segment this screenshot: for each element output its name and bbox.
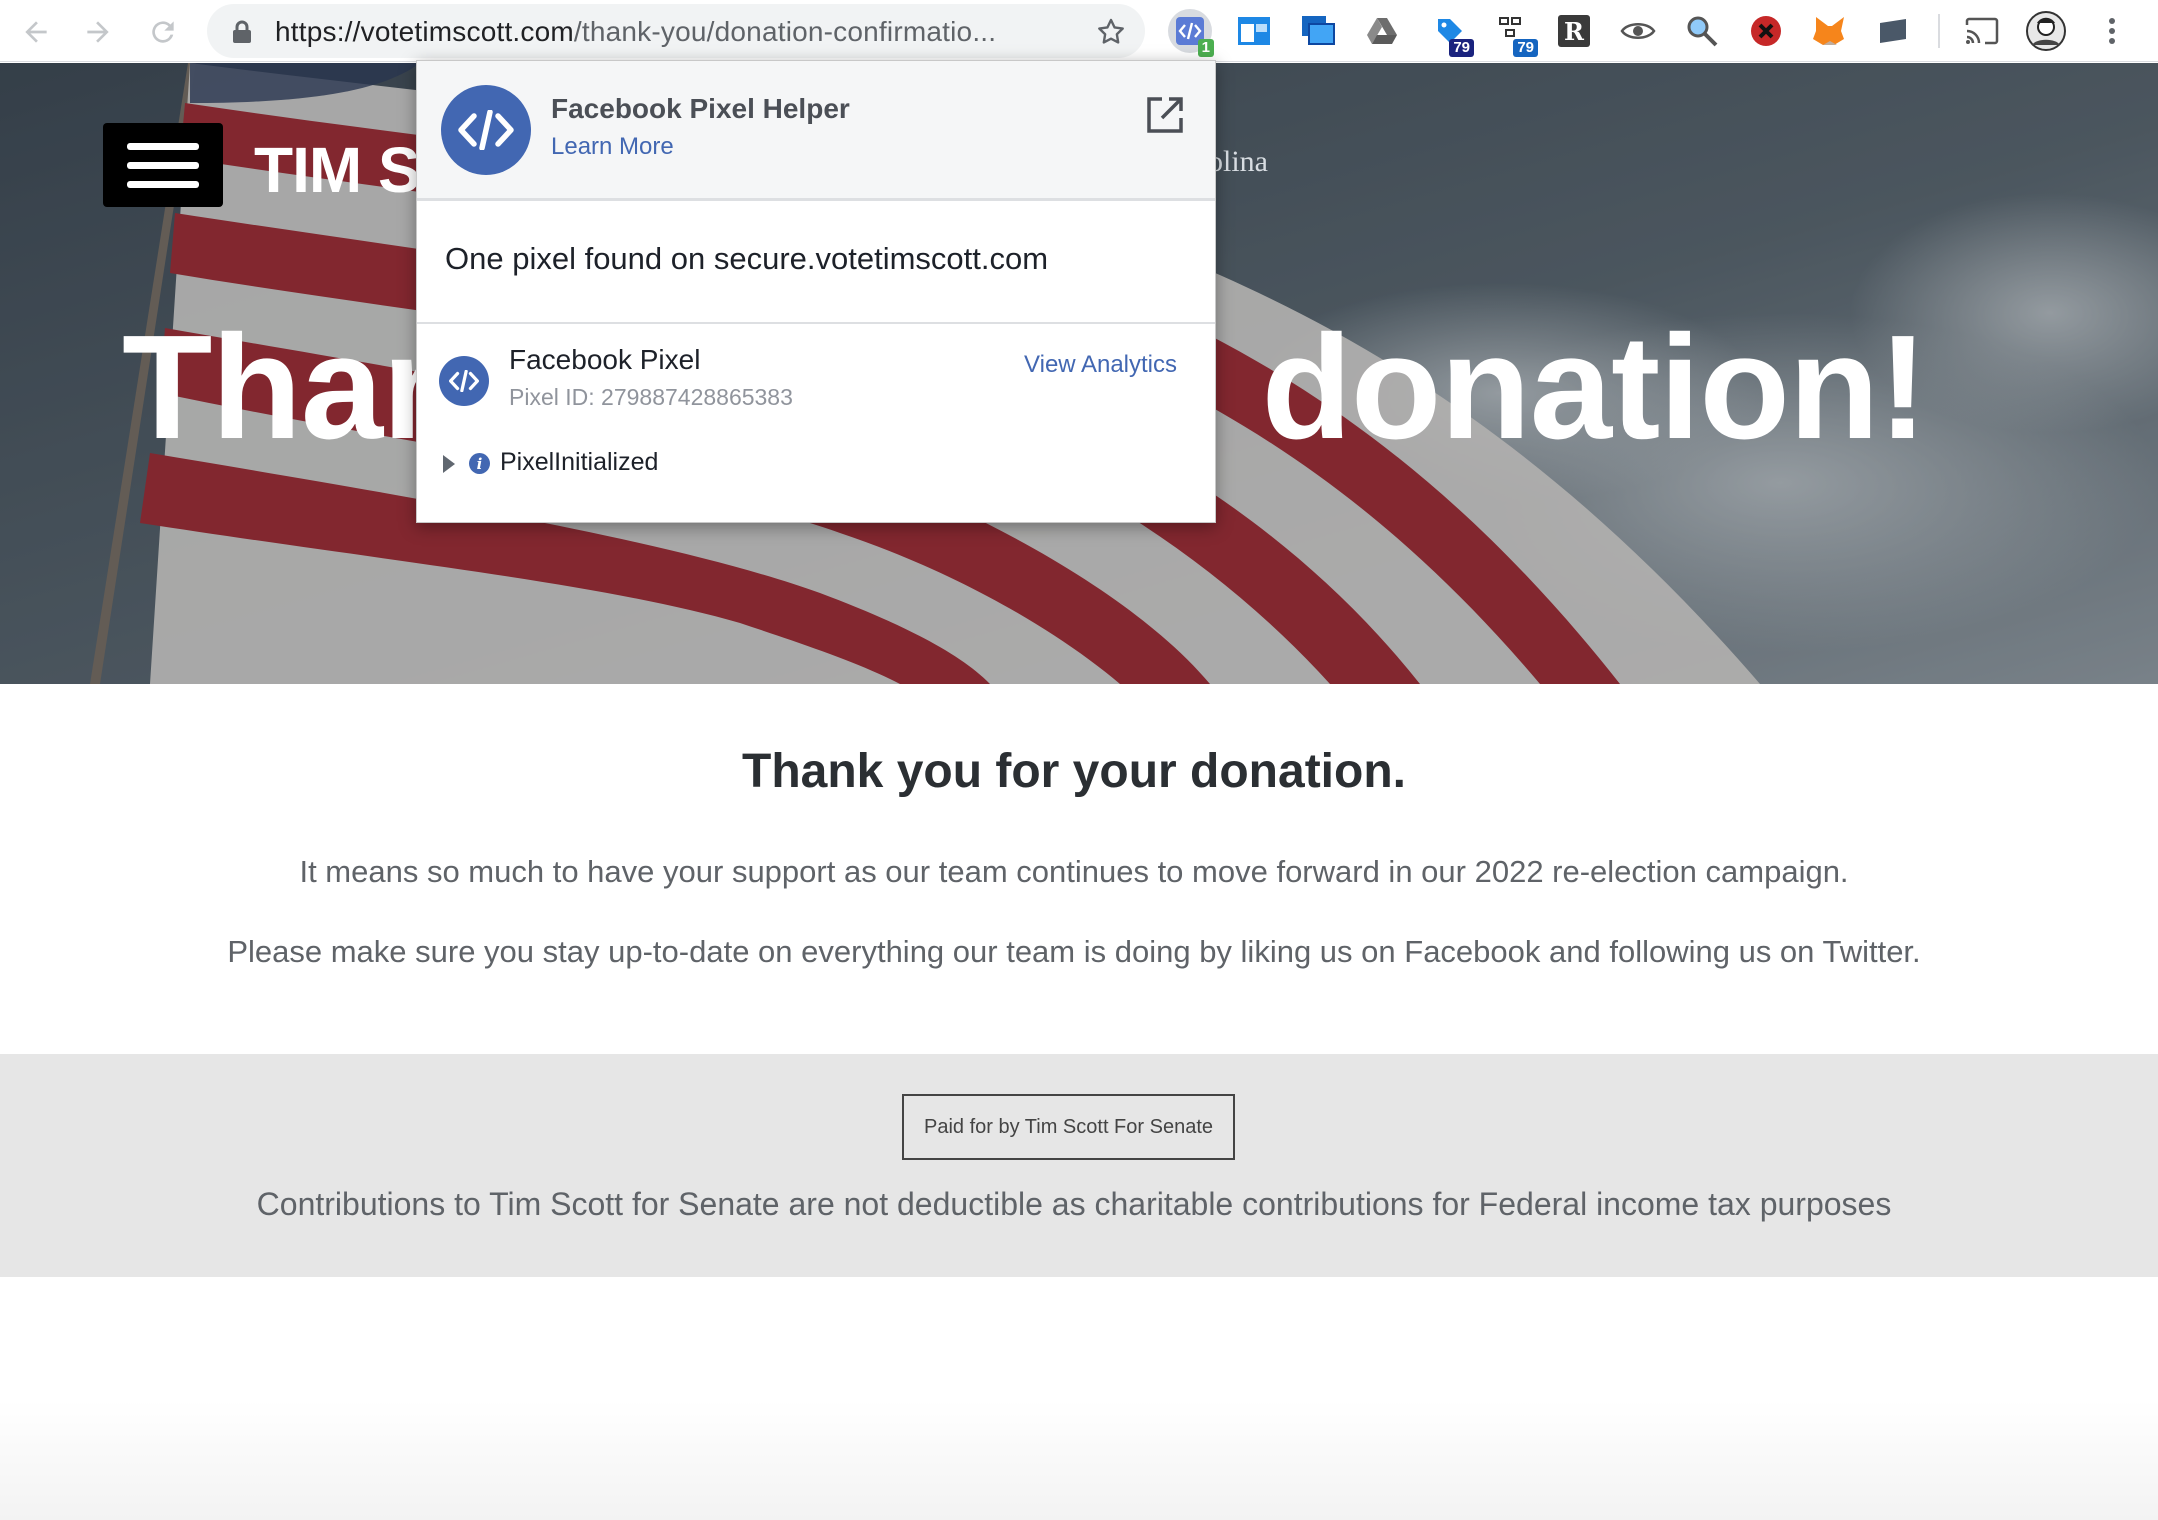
popup-divider <box>417 322 1215 324</box>
eye-icon <box>1620 23 1656 39</box>
menu-button[interactable] <box>2090 9 2134 53</box>
reload-icon <box>152 21 174 43</box>
blocker-extension[interactable] <box>1744 9 1788 53</box>
view-analytics-link[interactable]: View Analytics <box>1024 351 1177 379</box>
magnifier-icon <box>1687 16 1718 47</box>
pixel-event-name[interactable]: PixelInitialized <box>500 448 658 477</box>
reload-button[interactable] <box>141 10 185 54</box>
thank-you-heading: Thank you for your donation. <box>742 745 1406 798</box>
site-subtitle: olina <box>1208 145 1268 178</box>
address-bar[interactable]: https://votetimscott.com/thank-you/donat… <box>207 4 1145 58</box>
ext-badge-79-a: 79 <box>1449 39 1474 57</box>
lock-icon <box>233 20 251 43</box>
r-extension[interactable]: R <box>1552 9 1596 53</box>
hero-heading-right: donation! <box>1261 305 1928 470</box>
window-extension[interactable] <box>1232 9 1276 53</box>
screenshot-extension[interactable] <box>1296 9 1340 53</box>
back-button[interactable] <box>14 10 58 54</box>
card-extension[interactable] <box>1872 9 1916 53</box>
pixel-helper-logo <box>441 85 531 175</box>
social-paragraph: Please make sure you stay up-to-date on … <box>227 934 1921 969</box>
fox-icon <box>1813 17 1844 45</box>
tax-disclaimer: Contributions to Tim Scott for Senate ar… <box>256 1186 1892 1222</box>
url-text: https://votetimscott.com/thank-you/donat… <box>275 16 996 48</box>
expand-event-toggle[interactable] <box>443 455 455 473</box>
screenshot-icon <box>1302 16 1335 45</box>
url-path: /thank-you/donation-confirmatio... <box>573 16 997 47</box>
blocker-icon <box>1751 16 1781 46</box>
hamburger-menu-button[interactable] <box>103 123 223 207</box>
magnifier-extension[interactable] <box>1680 9 1724 53</box>
facebook-pixel-helper-extension[interactable]: 1 <box>1168 9 1214 57</box>
drive-icon <box>1367 18 1397 44</box>
paid-for-box: Paid for by Tim Scott For Senate <box>902 1094 1235 1160</box>
popup-header: Facebook Pixel Helper Learn More <box>417 61 1215 201</box>
forward-arrow-icon <box>87 21 109 43</box>
profile-button[interactable] <box>2024 9 2068 53</box>
code-brackets-icon <box>449 370 479 392</box>
popup-title: Facebook Pixel Helper <box>551 93 850 124</box>
page-bottom <box>0 1400 2158 1520</box>
pixel-count-badge: 1 <box>1197 39 1214 57</box>
drive-extension[interactable] <box>1360 9 1404 53</box>
pixel-id: Pixel ID: 279887428865383 <box>509 384 793 410</box>
hamburger-line <box>127 180 199 188</box>
kebab-menu-icon <box>2109 18 2115 44</box>
url-host: https://votetimscott.com <box>275 16 574 47</box>
info-icon: i <box>469 453 490 474</box>
hamburger-line <box>127 142 199 150</box>
support-paragraph: It means so much to have your support as… <box>299 854 1849 889</box>
open-external-icon[interactable] <box>1145 95 1185 135</box>
ext-79-a[interactable]: 79 <box>1428 9 1474 57</box>
toolbar-separator <box>1938 14 1940 48</box>
code-brackets-icon <box>458 110 514 150</box>
bookmark-star-icon[interactable] <box>1095 16 1127 48</box>
card-icon <box>1880 19 1906 43</box>
metamask-extension[interactable] <box>1808 9 1852 53</box>
forward-button[interactable] <box>76 10 120 54</box>
cast-icon <box>1965 17 1999 45</box>
thank-you-section: Thank you for your donation. It means so… <box>0 684 2158 1054</box>
avatar <box>2026 11 2066 51</box>
pixels-found-text: One pixel found on secure.votetimscott.c… <box>445 241 1049 276</box>
r-icon: R <box>1558 15 1590 47</box>
cast-button[interactable] <box>1960 9 2004 53</box>
pixel-helper-popup: Facebook Pixel Helper Learn More One pix… <box>416 60 1216 523</box>
window-icon <box>1238 17 1270 45</box>
browser-toolbar: https://votetimscott.com/thank-you/donat… <box>0 0 2158 62</box>
svg-text:R: R <box>1564 17 1585 46</box>
back-arrow-icon <box>25 21 47 43</box>
pixel-name: Facebook Pixel <box>509 344 701 375</box>
site-footer: Paid for by Tim Scott For Senate Contrib… <box>0 1054 2158 1277</box>
ext-badge-79-b: 79 <box>1513 39 1538 57</box>
eye-extension[interactable] <box>1616 9 1660 53</box>
ext-79-b[interactable]: 79 <box>1492 9 1538 57</box>
hamburger-line <box>127 161 199 169</box>
learn-more-link[interactable]: Learn More <box>551 133 674 161</box>
pixel-entry-icon <box>439 356 489 406</box>
